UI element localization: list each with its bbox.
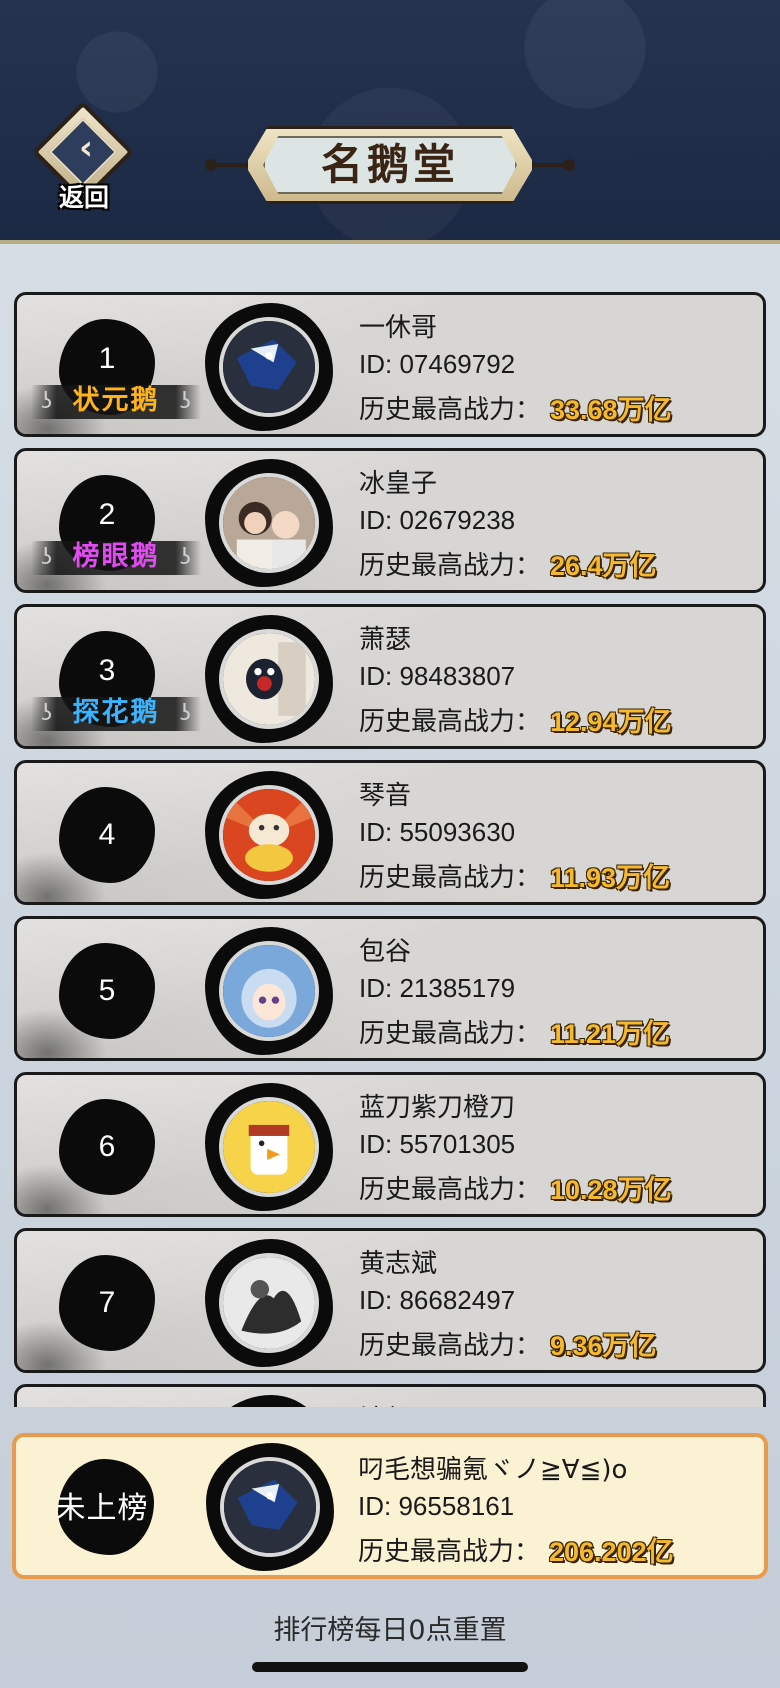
- player-id: ID: 55093630: [359, 817, 516, 847]
- rank-title: 状元鹅: [72, 385, 160, 416]
- rank-title: 探花鹅: [72, 697, 160, 728]
- my-rank-row[interactable]: 未上榜 叼毛想骗氪ヾノ≧∀≦)o ID: 96558161 历史最高战力： 20…: [12, 1433, 768, 1579]
- page-title: 名鹅堂: [320, 140, 459, 189]
- player-id: ID: 07469792: [359, 349, 516, 379]
- rank-number: 7: [98, 1286, 116, 1319]
- back-arrow-icon: ‹: [78, 128, 93, 168]
- blue-bird-avatar-icon: [223, 321, 315, 413]
- avatar[interactable]: [205, 927, 333, 1055]
- rank-number: 5: [98, 974, 116, 1007]
- avatar[interactable]: [205, 771, 333, 899]
- power-value: 12.94万亿: [550, 707, 672, 737]
- header-bar: ‹ 返回 名鹅堂: [0, 0, 780, 244]
- player-id: ID: 86682497: [359, 1285, 516, 1315]
- reset-notice: 排行榜每日0点重置: [273, 1615, 507, 1646]
- avatar[interactable]: [205, 1083, 333, 1211]
- avatar[interactable]: [205, 459, 333, 587]
- power-label: 历史最高战力：: [359, 1175, 542, 1205]
- rank-title: 榜眼鹅: [72, 541, 160, 572]
- power-label: 历史最高战力：: [359, 863, 542, 893]
- leaderboard-row[interactable]: 7 黄志斌 ID: 86682497 历史最高战力： 9.36万亿: [14, 1228, 766, 1373]
- blue-bird-avatar-icon: [224, 1461, 316, 1553]
- power-value: 11.21万亿: [550, 1019, 671, 1049]
- lucky-cat-avatar-icon: [223, 789, 315, 881]
- title-plaque: 名鹅堂: [205, 122, 575, 208]
- player-name: 禧仔: [359, 1399, 411, 1407]
- power-value: 11.93万亿: [550, 863, 671, 893]
- power-value: 10.28万亿: [550, 1175, 672, 1205]
- player-name: 萧瑟: [359, 625, 412, 655]
- family-photo-avatar-icon: [223, 477, 315, 569]
- power-label: 历史最高战力：: [359, 551, 542, 581]
- player-name: 冰皇子: [359, 469, 438, 499]
- rank-number: 6: [98, 1130, 116, 1163]
- duck-cartoon-avatar-icon: [223, 1101, 315, 1193]
- anime-girl-avatar-icon: [223, 945, 315, 1037]
- avatar[interactable]: [206, 1443, 334, 1571]
- player-id: ID: 96558161: [358, 1491, 515, 1521]
- power-value: 9.36万亿: [550, 1331, 657, 1361]
- avatar[interactable]: [205, 1395, 333, 1407]
- player-id: ID: 55701305: [359, 1129, 516, 1159]
- back-label: 返回: [58, 183, 109, 212]
- leaderboard-row[interactable]: 1 ʖʖ 状元鹅 一休哥 ID: 07469792 历史最高战力： 33.68万…: [14, 292, 766, 437]
- rank-number: 4: [98, 818, 116, 851]
- player-name: 一休哥: [359, 313, 438, 343]
- power-value: 33.68万亿: [550, 395, 672, 425]
- leaderboard-row[interactable]: 禧仔: [14, 1384, 766, 1407]
- power-label: 历史最高战力：: [359, 1019, 542, 1049]
- power-label: 历史最高战力：: [359, 395, 542, 425]
- player-id: ID: 02679238: [359, 505, 516, 535]
- player-id: ID: 98483807: [359, 661, 516, 691]
- avatar[interactable]: [205, 303, 333, 431]
- cartoon-cat-avatar-icon: [223, 633, 315, 725]
- home-indicator[interactable]: [252, 1662, 528, 1672]
- avatar[interactable]: [205, 615, 333, 743]
- player-name: 包谷: [359, 937, 412, 967]
- power-label: 历史最高战力：: [358, 1537, 541, 1567]
- rank-number: 未上榜: [55, 1492, 149, 1525]
- leaderboard-row[interactable]: 6 蓝刀紫刀橙刀 ID: 55701305 历史最高战力： 10.28万亿: [14, 1072, 766, 1217]
- player-name: 蓝刀紫刀橙刀: [359, 1093, 516, 1123]
- leaderboard-row[interactable]: 5 包谷 ID: 21385179 历史最高战力： 11.21万亿: [14, 916, 766, 1061]
- back-button[interactable]: ‹ 返回: [30, 101, 138, 216]
- leaderboard-row[interactable]: 3 ʖʖ 探花鹅 萧瑟 ID: 98483807 历史最高战力： 12.94万亿: [14, 604, 766, 749]
- player-name: 叼毛想骗氪ヾノ≧∀≦)o: [358, 1455, 628, 1485]
- leaderboard-row[interactable]: 4 琴音 ID: 55093630 历史最高战力： 11.93万亿: [14, 760, 766, 905]
- power-value: 26.4万亿: [550, 551, 657, 581]
- avatar[interactable]: [205, 1239, 333, 1367]
- power-label: 历史最高战力：: [359, 707, 542, 737]
- ink-painting-avatar-icon: [223, 1257, 315, 1349]
- leaderboard-row[interactable]: 2 ʖʖ 榜眼鹅 冰皇子 ID: 02679238 历史最高战力： 26.4万亿: [14, 448, 766, 593]
- power-value: 206.202亿: [549, 1537, 674, 1567]
- leaderboard-list[interactable]: 1 ʖʖ 状元鹅 一休哥 ID: 07469792 历史最高战力： 33.68万…: [14, 292, 766, 1407]
- power-label: 历史最高战力：: [359, 1331, 542, 1361]
- player-name: 黄志斌: [359, 1249, 438, 1279]
- player-id: ID: 21385179: [359, 973, 516, 1003]
- player-name: 琴音: [359, 781, 412, 811]
